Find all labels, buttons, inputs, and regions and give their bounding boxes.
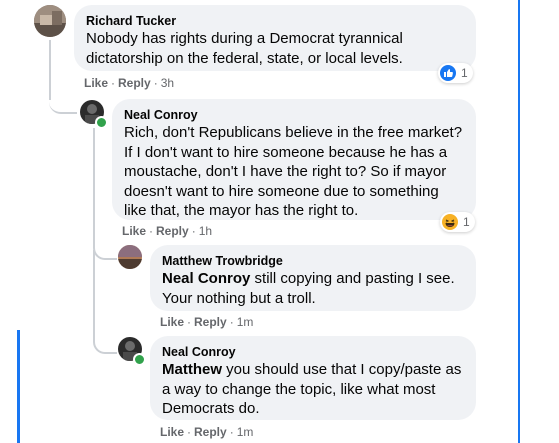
thread-line-reply-2: [93, 250, 95, 332]
like-link[interactable]: Like: [160, 315, 184, 329]
new-comment-indicator: [17, 330, 20, 443]
timestamp[interactable]: 3h: [161, 76, 174, 90]
comment-actions: Like · Reply · 1h: [122, 224, 213, 238]
thread-line-reply: [93, 128, 95, 243]
reply-link[interactable]: Reply: [156, 224, 189, 238]
comment-author[interactable]: Matthew Trowbridge: [162, 253, 464, 269]
reaction-count[interactable]: 1: [440, 212, 475, 232]
reply-link[interactable]: Reply: [194, 425, 227, 439]
thread-connector-3: [93, 330, 117, 354]
comment-actions: Like · Reply · 3h: [84, 76, 175, 90]
mention-link[interactable]: Neal Conroy: [162, 270, 250, 287]
comment-actions: Like · Reply · 1m: [160, 425, 254, 439]
scroll-edge: [518, 0, 520, 443]
like-icon: [440, 65, 456, 81]
like-link[interactable]: Like: [122, 224, 146, 238]
comment-bubble: Richard Tucker Nobody has rights during …: [74, 5, 476, 71]
comment-actions: Like · Reply · 1m: [160, 315, 254, 329]
reply-link[interactable]: Reply: [194, 315, 227, 329]
reaction-count-label: 1: [463, 215, 470, 229]
comment-text: Matthew you should use that I copy/paste…: [162, 360, 464, 419]
comment-bubble: Matthew Trowbridge Neal Conroy still cop…: [150, 245, 476, 311]
online-status-icon: [95, 116, 108, 129]
reaction-count-label: 1: [461, 66, 468, 80]
reply-link[interactable]: Reply: [118, 76, 151, 90]
thread-connector-2: [93, 236, 117, 260]
comment-author[interactable]: Neal Conroy: [124, 107, 464, 123]
timestamp[interactable]: 1m: [237, 425, 254, 439]
timestamp[interactable]: 1h: [199, 224, 212, 238]
comment-author[interactable]: Richard Tucker: [86, 13, 464, 29]
comment-text: Rich, don't Republicans believe in the f…: [124, 124, 463, 219]
online-status-icon: [133, 353, 146, 366]
reaction-count[interactable]: 1: [438, 63, 473, 83]
avatar[interactable]: [34, 5, 66, 37]
comment-author[interactable]: Neal Conroy: [162, 344, 464, 360]
thread-connector: [49, 88, 77, 114]
avatar[interactable]: [118, 245, 142, 269]
mention-link[interactable]: Matthew: [162, 361, 222, 378]
timestamp[interactable]: 1m: [237, 315, 254, 329]
haha-icon: [442, 214, 458, 230]
comment-bubble: Neal Conroy Matthew you should use that …: [150, 336, 476, 420]
comment-text: Neal Conroy still copying and pasting I …: [162, 269, 464, 308]
comment-text: Nobody has rights during a Democrat tyra…: [86, 30, 403, 67]
comment-bubble: Neal Conroy Rich, don't Republicans beli…: [112, 99, 476, 220]
like-link[interactable]: Like: [160, 425, 184, 439]
like-link[interactable]: Like: [84, 76, 108, 90]
